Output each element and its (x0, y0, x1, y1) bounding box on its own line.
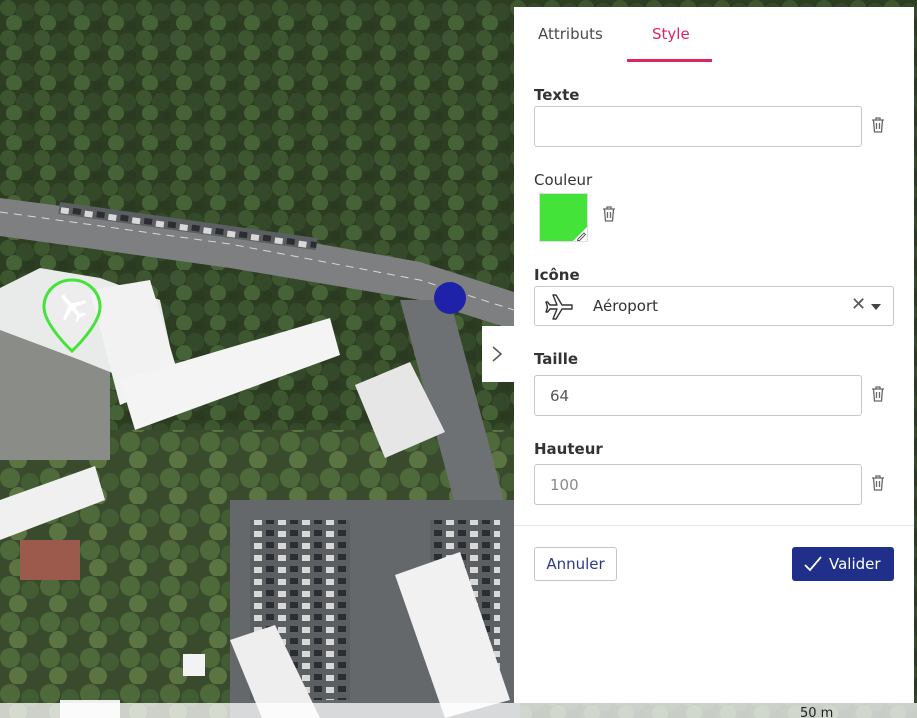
airplane-icon (545, 294, 573, 320)
style-panel: Attributs Style Texte Couleur Icône Aéro… (514, 7, 914, 703)
trash-icon[interactable] (870, 385, 886, 403)
icone-label: Icône (534, 266, 580, 284)
pencil-icon (573, 227, 587, 241)
tab-attributs[interactable]: Attributs (538, 25, 603, 43)
point-marker[interactable] (433, 281, 467, 315)
validate-button-label: Valider (829, 555, 881, 573)
icon-select-value: Aéroport (593, 297, 658, 315)
tab-style[interactable]: Style (652, 25, 690, 43)
divider (514, 525, 914, 526)
texte-input[interactable] (534, 106, 862, 147)
chevron-down-icon[interactable] (871, 303, 881, 311)
active-tab-indicator (627, 59, 712, 62)
icon-select[interactable]: Aéroport ✕ (534, 286, 894, 326)
taille-label: Taille (534, 350, 579, 368)
hauteur-input[interactable] (534, 464, 862, 505)
taille-input[interactable] (534, 375, 862, 416)
color-swatch[interactable] (539, 193, 588, 242)
check-icon (804, 556, 822, 572)
trash-icon[interactable] (870, 474, 886, 492)
validate-button[interactable]: Valider (792, 547, 894, 581)
clear-icon[interactable]: ✕ (851, 294, 866, 315)
scale-label: 50 m (800, 706, 834, 718)
cancel-button[interactable]: Annuler (534, 547, 617, 581)
scale-bar (0, 703, 917, 718)
chevron-right-icon (492, 346, 503, 362)
tab-bar: Attributs Style (514, 7, 914, 62)
trash-icon[interactable] (870, 116, 886, 134)
trash-icon[interactable] (601, 205, 617, 223)
airplane-marker[interactable] (41, 277, 103, 355)
collapse-panel-button[interactable] (482, 326, 514, 382)
couleur-label: Couleur (534, 171, 593, 189)
hauteur-label: Hauteur (534, 440, 603, 458)
texte-label: Texte (534, 86, 580, 104)
